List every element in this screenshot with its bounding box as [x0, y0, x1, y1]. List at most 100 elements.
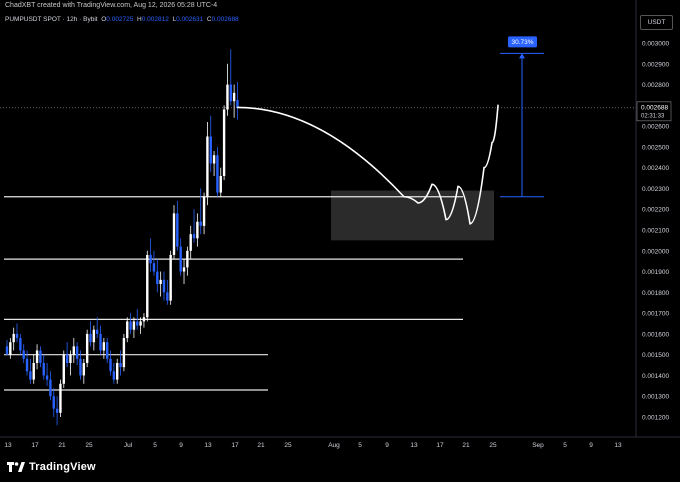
- candle-body: [62, 354, 65, 384]
- x-tick-label: 13: [614, 442, 622, 449]
- brand-text: TradingView: [29, 461, 96, 473]
- candle-body: [222, 109, 226, 176]
- support-zone: [331, 190, 494, 241]
- candle-body: [85, 333, 89, 363]
- candle-body: [122, 338, 126, 368]
- tradingview-logo-icon: [7, 462, 25, 472]
- candle-body: [9, 342, 12, 355]
- candle-body: [152, 263, 156, 272]
- candle-body: [206, 136, 209, 197]
- x-tick-label: 17: [436, 442, 444, 449]
- y-tick-label: 0.002900: [642, 61, 669, 68]
- x-tick-label: 17: [31, 442, 39, 449]
- y-tick-label: 0.002500: [642, 144, 669, 151]
- candle-body: [45, 375, 49, 380]
- x-tick-label: 9: [179, 442, 183, 449]
- x-tick-label: 13: [410, 442, 418, 449]
- x-tick-label: 13: [204, 442, 212, 449]
- candle-body: [22, 350, 25, 359]
- x-tick-label: 25: [489, 442, 497, 449]
- y-tick-label: 0.002100: [642, 228, 669, 235]
- candle-body: [216, 155, 219, 193]
- candle-body: [226, 84, 229, 110]
- candle-body: [5, 346, 9, 355]
- x-tick-label: 13: [4, 442, 12, 449]
- candle-body: [52, 396, 55, 409]
- y-tick-label: 0.002400: [642, 165, 669, 172]
- candle-body: [39, 350, 42, 363]
- candle-body: [139, 321, 142, 326]
- y-tick-label: 0.002300: [642, 186, 669, 193]
- candle-body: [172, 213, 176, 255]
- candle-body: [202, 196, 206, 226]
- candle-body: [146, 254, 149, 318]
- candle-body: [119, 362, 122, 368]
- y-tick-label: 0.002600: [642, 124, 669, 131]
- y-tick-label: 0.001500: [642, 352, 669, 359]
- y-tick-label: 0.001800: [642, 290, 669, 297]
- candle-body: [162, 279, 166, 293]
- x-tick-label: 21: [257, 442, 265, 449]
- x-tick-label: Jul: [124, 442, 133, 449]
- candle-body: [29, 371, 32, 380]
- y-tick-label: 0.001400: [642, 373, 669, 380]
- candle-body: [116, 362, 119, 380]
- last-price-label: 0.002688: [641, 104, 668, 111]
- price-chart[interactable]: 0.003000 0.002900 0.002800 0.002600 0.002500…: [0, 0, 680, 482]
- candle-body: [229, 84, 232, 102]
- candle-body: [95, 329, 99, 334]
- x-tick-label: Aug: [328, 442, 340, 449]
- candle-body: [109, 358, 112, 372]
- candle-body: [126, 321, 129, 339]
- candle-body: [176, 213, 179, 247]
- candle-body: [25, 358, 29, 372]
- x-tick-label: 9: [385, 442, 389, 449]
- candle-body: [42, 362, 45, 376]
- candle-body: [212, 155, 216, 164]
- candle-body: [69, 354, 72, 363]
- candle-body: [82, 362, 86, 376]
- candle-body: [199, 221, 202, 226]
- y-tick-label: 0.001900: [642, 269, 669, 276]
- candle-body: [55, 408, 59, 413]
- x-tick-label: 17: [231, 442, 239, 449]
- x-tick-label: 5: [358, 442, 362, 449]
- candle-countdown: 02:31:33: [641, 113, 665, 119]
- candle-body: [156, 271, 159, 285]
- candle-body: [182, 267, 186, 272]
- y-tick-label: 0.001700: [642, 311, 669, 318]
- candle-body: [12, 333, 15, 343]
- x-tick-label: 21: [462, 442, 470, 449]
- candle-body: [65, 354, 69, 363]
- candle-body: [72, 346, 75, 355]
- candle-body: [106, 342, 109, 359]
- x-tick-label: 25: [284, 442, 292, 449]
- candle-body: [89, 333, 92, 343]
- candle-body: [92, 329, 96, 343]
- x-tick-label: 21: [58, 442, 66, 449]
- candle-body: [49, 379, 52, 397]
- candle-body: [129, 321, 132, 330]
- candle-body: [75, 346, 79, 359]
- candle-body: [15, 333, 19, 339]
- candle-body: [136, 321, 139, 326]
- candle-body: [142, 317, 146, 322]
- candle-body: [192, 234, 196, 239]
- candle-body: [19, 338, 22, 351]
- x-tick-label: 5: [563, 442, 567, 449]
- candle-body: [196, 221, 199, 239]
- candle-body: [32, 362, 35, 380]
- candle-body: [186, 250, 189, 268]
- candle-body: [149, 254, 152, 264]
- candle-body: [35, 350, 39, 363]
- candle-body: [169, 254, 172, 301]
- y-tick-label: 0.002000: [642, 248, 669, 255]
- candle-body: [166, 292, 169, 301]
- measure-label: 30.73%: [511, 39, 533, 46]
- x-tick-label: 5: [153, 442, 157, 449]
- candle-body: [209, 136, 212, 164]
- x-tick-label: 25: [85, 442, 93, 449]
- y-tick-label: 0.001600: [642, 331, 669, 338]
- x-tick-label: 9: [589, 442, 593, 449]
- x-tick-label: Sep: [532, 442, 544, 449]
